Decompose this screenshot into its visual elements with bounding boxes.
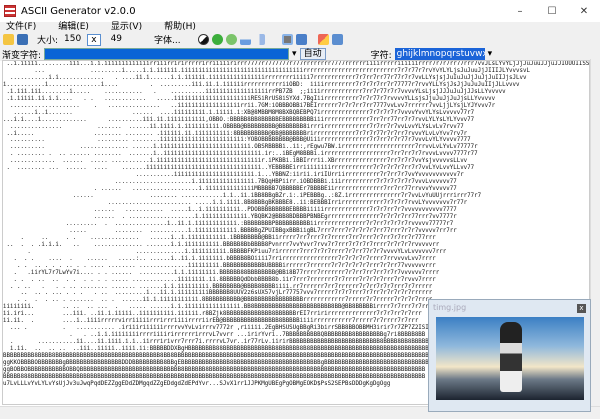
chars-input[interactable]: ghijklmnopqrstuvwxyz$	[394, 48, 485, 60]
ascii-line: . .. . . .............. ......i..i.iiiii…	[3, 234, 436, 241]
ascii-line: ...........i.i............. . ....ii.i..…	[3, 74, 527, 81]
chars-dropdown-icon[interactable]: ▾	[488, 49, 493, 59]
ascii-line: ..i..... ........ ........ .iiiiii.ii.ii…	[3, 130, 468, 137]
font-button[interactable]: 字体...	[154, 33, 181, 46]
color-icon[interactable]	[317, 34, 329, 45]
save-icon[interactable]	[17, 34, 28, 45]
preview-close-button[interactable]: x	[577, 304, 586, 313]
menu-bar: 文件(F) 编辑(E) 显示(V) 帮助(H)	[0, 22, 600, 32]
ascii-line: ............. ...... ..... ...........i.…	[3, 158, 468, 165]
ascii-line: ...... ........ ............i.i..ii.iBB8…	[3, 193, 482, 200]
ascii-line: ..... ........ ...........i.iiiiiiiiiiii…	[3, 227, 457, 234]
options-row: 渐变字符: ▾ 自动 字符: ghijklmnopqrstuvwxyz$ ▾	[0, 47, 600, 61]
width-input[interactable]: 150	[61, 34, 84, 46]
title-bar: ASCII Generator v2.0.0 – ☐ ✕	[0, 0, 600, 22]
contrast-icon[interactable]	[197, 34, 209, 45]
ascii-line: . ........ ... ...... .... .......iiiiii…	[3, 165, 475, 172]
dark-view-icon[interactable]	[281, 34, 293, 45]
open-folder-icon[interactable]	[3, 34, 14, 45]
ascii-line: .i.iiiii.ii.i.i.... . . ............ ...…	[3, 95, 496, 102]
ascii-line: ......................i.iiiiiiiiiiiiiiii…	[3, 179, 457, 186]
ascii-line: .i.iii.iii........i..... ........... . .…	[3, 88, 506, 95]
ascii-line: .. .. . ... . . . . .. .........i...ii.i…	[3, 290, 433, 297]
ascii-line: ...........iiiiiiiiiiiiiiiiiiiiiii.i...Y…	[3, 172, 464, 179]
flip-left-icon[interactable]	[253, 34, 265, 45]
flip-up-icon[interactable]	[239, 34, 251, 45]
image-preview-window[interactable]: timg.jpg x	[428, 299, 591, 412]
ascii-line: ........................ .....i.i.iiii.8…	[3, 200, 468, 207]
preview-title: timg.jpg	[433, 303, 467, 312]
menu-file[interactable]: 文件(F)	[6, 22, 36, 32]
ascii-line: ...i.i....i............. ..........iii.i…	[3, 116, 475, 123]
app-icon	[4, 5, 16, 17]
gradient-label: 渐变字符:	[2, 50, 42, 61]
maximize-button[interactable]: ☐	[536, 0, 568, 22]
gradient-chars-input[interactable]	[44, 48, 290, 60]
ascii-line: . . .. . . . .. . . .... ........ ......…	[3, 262, 436, 269]
window-title: ASCII Generator v2.0.0	[21, 5, 136, 17]
ascii-line: . . .. . . . .. ........ ....... .......…	[3, 283, 433, 290]
lock-ratio-button[interactable]: x	[87, 33, 101, 46]
husky-image	[436, 317, 584, 400]
ascii-line: . ..............i.iiiiiiiiii.BBBBBFKPiuu…	[3, 248, 447, 255]
height-input[interactable]: 49	[108, 34, 125, 46]
light-view-icon[interactable]	[295, 34, 307, 45]
ascii-line: . .iirYL7r7LwYv7i.... . . ...... .......…	[3, 269, 440, 276]
toolbar: 大小: 150 x 49 字体...	[0, 32, 600, 47]
ascii-line: . . . .... . ...... .....:.. ......i..ii…	[3, 255, 436, 262]
ascii-line: .......... ......... ........iiiiiiiiiii…	[3, 137, 471, 144]
menu-edit[interactable]: 编辑(E)	[58, 22, 89, 32]
ascii-line: ......... . ...............i..ii.i.iiiii…	[3, 220, 454, 227]
gradient-dropdown-icon[interactable]: ▾	[292, 49, 297, 59]
monitor-icon[interactable]	[331, 34, 343, 45]
ascii-line: . . . .. .. . . . . . . ..... ..........…	[3, 276, 436, 283]
rotate-left-icon[interactable]	[211, 34, 223, 45]
ascii-line: .. . . .i.i.i. .. .............. .......…	[3, 241, 440, 248]
ascii-line: ..i.iiiii.........iii...i.i.iiiiiiiiiiii…	[3, 61, 590, 67]
vertical-scrollbar[interactable]	[590, 59, 600, 406]
menu-help[interactable]: 帮助(H)	[164, 22, 196, 32]
ascii-line: ...... ........... .....i..i.iiiiiiiiii.…	[3, 207, 457, 214]
ascii-line: . ...... ...................i.iiiiiiiiii…	[3, 186, 457, 193]
menu-view[interactable]: 显示(V)	[111, 22, 142, 32]
ascii-line: ...... . ...................i.iiiiiiiiii…	[3, 213, 457, 220]
rotate-right-icon[interactable]	[225, 34, 237, 45]
ascii-line: i...........i...............i.... . ....…	[3, 81, 520, 88]
ascii-line: ......i..i....... ...... ....iiiiiiiii.i…	[3, 109, 475, 116]
ascii-line: . ........ . .. ...... ........ .......i…	[3, 151, 478, 158]
ascii-line: ............... ....... ......ii.iiii.i.…	[3, 123, 464, 130]
minimize-button[interactable]: –	[504, 0, 536, 22]
ascii-line: .................... . ............... .…	[3, 102, 496, 109]
chars-label: 字符:	[370, 50, 392, 61]
ascii-line: .......... .............. ......i.iiiiii…	[3, 144, 478, 151]
size-label: 大小:	[37, 36, 59, 46]
close-button[interactable]: ✕	[568, 0, 600, 22]
ascii-line: ... .........i.....i.i.iiiiii.iiiiiiiiii…	[3, 67, 530, 74]
auto-button[interactable]: 自动	[299, 48, 326, 60]
